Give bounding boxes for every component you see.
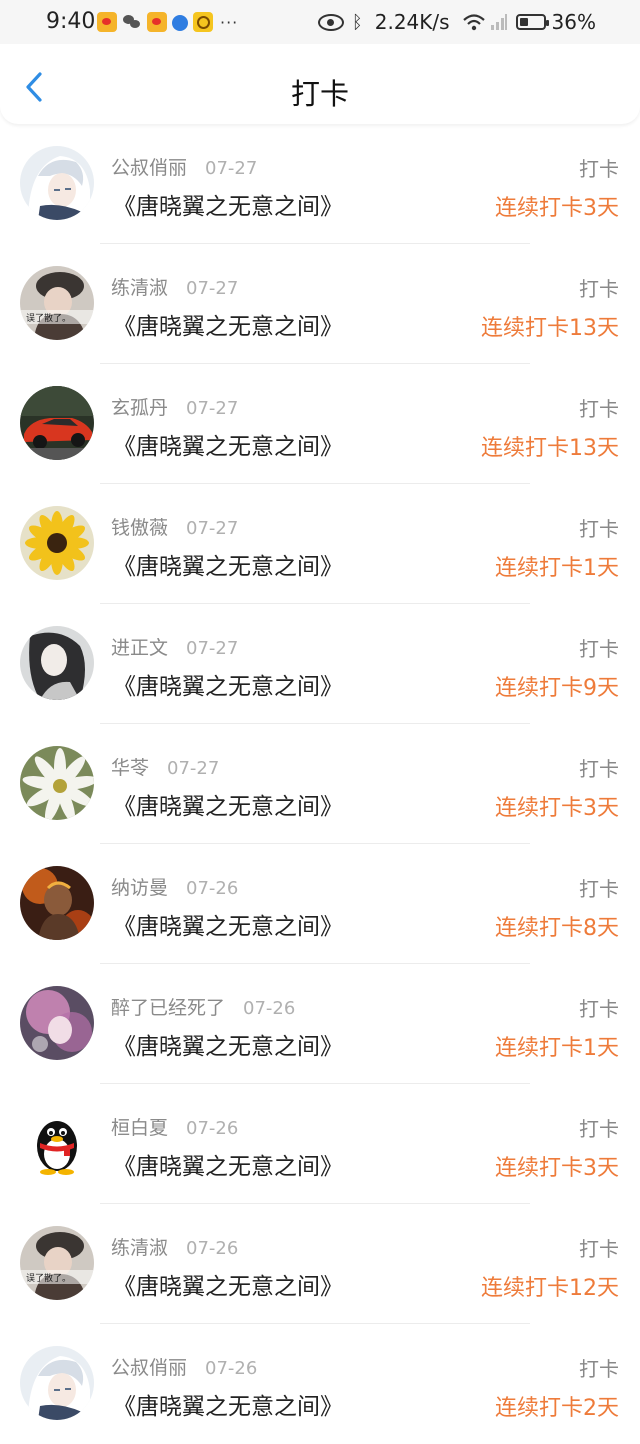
checkin-date: 07-27 [167, 758, 220, 779]
checkin-row[interactable]: 钱傲薇 07-27 《唐晓翼之无意之间》 打卡 连续打卡1天 [0, 484, 640, 604]
page-title: 打卡 [290, 77, 349, 111]
checkin-tag: 打卡 [579, 277, 619, 301]
checkin-tag: 打卡 [579, 757, 619, 781]
checkin-date: 07-27 [205, 158, 258, 179]
checkin-date: 07-27 [186, 518, 239, 539]
checkin-row[interactable]: 公叔俏丽 07-27 《唐晓翼之无意之间》 打卡 连续打卡3天 [0, 124, 640, 244]
streak-label: 连续打卡13天 [481, 316, 619, 341]
signal-icon [490, 13, 508, 31]
battery-icon [515, 14, 549, 30]
user-avatar[interactable] [20, 506, 94, 580]
book-title: 《唐晓翼之无意之间》 [113, 1274, 343, 1300]
wifi-icon [462, 12, 486, 32]
checkin-date: 07-27 [186, 278, 239, 299]
user-name: 玄孤丹 [111, 397, 169, 419]
battery-percent: 36% [551, 10, 596, 34]
weibo-icon [97, 12, 117, 32]
more-notifications-icon: ··· [220, 12, 239, 32]
weibo-icon [147, 12, 167, 32]
book-title: 《唐晓翼之无意之间》 [113, 794, 343, 820]
user-name: 公叔俏丽 [111, 157, 188, 179]
checkin-tag: 打卡 [579, 877, 619, 901]
battery-level [519, 18, 528, 26]
streak-label: 连续打卡2天 [495, 1396, 619, 1421]
checkin-date: 07-26 [243, 998, 296, 1019]
network-speed: 2.24K/s [374, 10, 450, 34]
user-name: 醉了已经死了 [111, 997, 226, 1019]
checkin-date: 07-26 [205, 1358, 258, 1379]
system-status: ᛒ 2.24K/s 36% [317, 9, 596, 35]
user-name: 纳访曼 [111, 877, 169, 899]
user-avatar[interactable] [20, 986, 94, 1060]
checkin-row[interactable]: 醉了已经死了 07-26 《唐晓翼之无意之间》 打卡 连续打卡1天 [0, 964, 640, 1084]
checkin-row[interactable]: 公叔俏丽 07-26 《唐晓翼之无意之间》 打卡 连续打卡2天 [0, 1324, 640, 1444]
checkin-row[interactable]: 桓白夏 07-26 《唐晓翼之无意之间》 打卡 连续打卡3天 [0, 1084, 640, 1204]
eye-icon [317, 13, 344, 31]
bluetooth-icon: ᛒ [351, 11, 363, 33]
checkin-tag: 打卡 [579, 517, 619, 541]
book-title: 《唐晓翼之无意之间》 [113, 194, 343, 220]
checkin-tag: 打卡 [579, 397, 619, 421]
streak-label: 连续打卡3天 [495, 796, 619, 821]
book-title: 《唐晓翼之无意之间》 [113, 434, 343, 460]
checkin-date: 07-26 [186, 1238, 239, 1259]
checkin-row[interactable]: 误了散了。 练清淑 07-26 《唐晓翼之无意之间》 打卡 连续打卡12天 [0, 1204, 640, 1324]
checkin-tag: 打卡 [579, 1357, 619, 1381]
book-title: 《唐晓翼之无意之间》 [113, 1394, 343, 1420]
app-icon [193, 12, 213, 32]
book-title: 《唐晓翼之无意之间》 [113, 674, 343, 700]
svg-text:误了散了。: 误了散了。 [26, 312, 71, 324]
user-name: 练清淑 [111, 1237, 169, 1259]
user-avatar[interactable] [20, 1106, 94, 1180]
streak-label: 连续打卡8天 [495, 916, 619, 941]
user-avatar[interactable] [20, 626, 94, 700]
wechat-icon [122, 12, 142, 32]
book-title: 《唐晓翼之无意之间》 [113, 554, 343, 580]
streak-label: 连续打卡13天 [481, 436, 619, 461]
checkin-tag: 打卡 [579, 997, 619, 1021]
streak-label: 连续打卡1天 [495, 556, 619, 581]
status-bar: 9:40 ··· ᛒ 2.24K/s 36% [0, 0, 640, 44]
streak-label: 连续打卡3天 [495, 196, 619, 221]
book-title: 《唐晓翼之无意之间》 [113, 1034, 343, 1060]
user-avatar[interactable]: 误了散了。 [20, 266, 94, 340]
user-avatar[interactable] [20, 746, 94, 820]
streak-label: 连续打卡3天 [495, 1156, 619, 1181]
checkin-date: 07-27 [186, 398, 239, 419]
checkin-date: 07-27 [186, 638, 239, 659]
user-name: 进正文 [111, 637, 169, 659]
user-avatar[interactable] [20, 386, 94, 460]
book-title: 《唐晓翼之无意之间》 [113, 914, 343, 940]
user-avatar[interactable] [20, 866, 94, 940]
streak-label: 连续打卡9天 [495, 676, 619, 701]
user-name: 公叔俏丽 [111, 1357, 188, 1379]
user-avatar[interactable]: 误了散了。 [20, 1226, 94, 1300]
checkin-row[interactable]: 进正文 07-27 《唐晓翼之无意之间》 打卡 连续打卡9天 [0, 604, 640, 724]
book-title: 《唐晓翼之无意之间》 [113, 1154, 343, 1180]
user-name: 华苓 [111, 757, 150, 779]
checkin-tag: 打卡 [579, 1237, 619, 1261]
status-time: 9:40 [46, 9, 96, 34]
checkin-date: 07-26 [186, 1118, 239, 1139]
book-title: 《唐晓翼之无意之间》 [113, 314, 343, 340]
checkin-tag: 打卡 [579, 637, 619, 661]
svg-text:误了散了。: 误了散了。 [26, 1272, 71, 1284]
checkin-tag: 打卡 [579, 1117, 619, 1141]
user-name: 桓白夏 [111, 1117, 169, 1139]
user-avatar[interactable] [20, 1346, 94, 1420]
streak-label: 连续打卡12天 [481, 1276, 619, 1301]
checkin-date: 07-26 [186, 878, 239, 899]
user-name: 练清淑 [111, 277, 169, 299]
notification-icons: ··· [97, 12, 238, 32]
browser-icon [172, 15, 188, 31]
streak-label: 连续打卡1天 [495, 1036, 619, 1061]
header-bar: 打卡 [0, 44, 640, 124]
user-avatar[interactable] [20, 146, 94, 220]
user-name: 钱傲薇 [111, 517, 169, 539]
checkin-row[interactable]: 纳访曼 07-26 《唐晓翼之无意之间》 打卡 连续打卡8天 [0, 844, 640, 964]
checkin-tag: 打卡 [579, 157, 619, 181]
checkin-row[interactable]: 误了散了。 练清淑 07-27 《唐晓翼之无意之间》 打卡 连续打卡13天 [0, 244, 640, 364]
checkin-row[interactable]: 玄孤丹 07-27 《唐晓翼之无意之间》 打卡 连续打卡13天 [0, 364, 640, 484]
checkin-row[interactable]: 华苓 07-27 《唐晓翼之无意之间》 打卡 连续打卡3天 [0, 724, 640, 844]
